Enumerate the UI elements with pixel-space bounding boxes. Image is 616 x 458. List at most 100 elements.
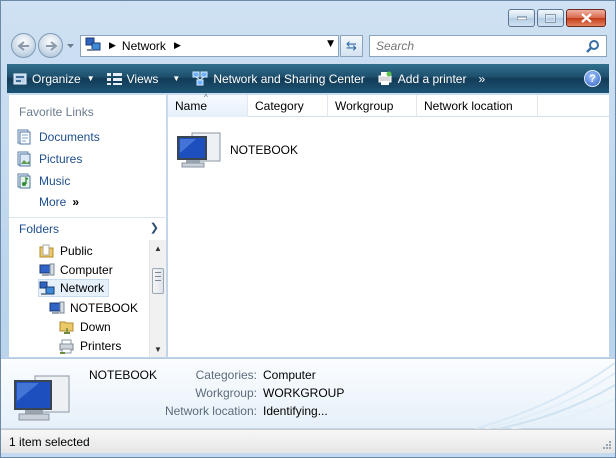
- more-label: More: [39, 195, 67, 209]
- details-location-value: Identifying...: [263, 404, 328, 418]
- help-icon: ?: [589, 72, 596, 85]
- minimize-button[interactable]: [508, 9, 535, 27]
- shared-folder-icon: [59, 319, 75, 335]
- organize-button[interactable]: Organize ▼: [7, 64, 101, 93]
- scroll-down-icon[interactable]: ▼: [150, 341, 166, 357]
- computer-icon: [39, 263, 55, 278]
- tree-item-label: Printers: [80, 339, 122, 353]
- column-header-category[interactable]: Category: [248, 95, 328, 117]
- caption-buttons: [508, 9, 606, 27]
- scroll-thumb[interactable]: [152, 268, 164, 294]
- toolbar-overflow-button[interactable]: »: [472, 64, 491, 93]
- column-header-workgroup[interactable]: Workgroup: [328, 95, 417, 117]
- add-printer-label: Add a printer: [397, 71, 467, 86]
- favorite-link-documents[interactable]: Documents: [15, 129, 100, 145]
- chevron-down-icon: [66, 43, 74, 48]
- help-button[interactable]: ?: [584, 70, 601, 87]
- column-header-name[interactable]: ^ Name: [168, 93, 248, 117]
- address-dropdown-icon[interactable]: ▼: [327, 39, 334, 49]
- column-header-network-location[interactable]: Network location: [417, 95, 538, 117]
- add-printer-button[interactable]: Add a printer: [371, 64, 473, 93]
- list-item[interactable]: NOTEBOOK: [176, 131, 298, 169]
- navigation-buttons: [11, 33, 75, 58]
- forward-button[interactable]: [38, 33, 63, 58]
- column-header-label: Name: [175, 99, 208, 113]
- favorite-links-heading: Favorite Links: [19, 105, 94, 119]
- breadcrumb-separator[interactable]: ▶: [174, 41, 181, 51]
- command-bar: Organize ▼ Views ▼ Network and Sharing C…: [7, 64, 609, 93]
- minimize-icon: [516, 16, 527, 20]
- chevron-down-icon[interactable]: ❯: [150, 221, 159, 234]
- tree-item-public[interactable]: Public: [39, 242, 93, 260]
- pictures-icon: [15, 151, 33, 167]
- folders-header[interactable]: Folders ❯: [9, 217, 167, 239]
- column-header-label: Workgroup: [335, 99, 394, 113]
- tree-item-label: Public: [60, 244, 93, 258]
- printer-icon: [59, 339, 75, 354]
- views-icon: [106, 72, 122, 85]
- favorite-links-more[interactable]: More »: [39, 195, 79, 209]
- breadcrumb-network[interactable]: Network: [122, 39, 166, 53]
- recent-pages-button[interactable]: [65, 41, 75, 51]
- network-sharing-center-button[interactable]: Network and Sharing Center: [186, 64, 370, 93]
- music-icon: [15, 173, 33, 189]
- maximize-button[interactable]: [537, 9, 564, 27]
- scroll-up-icon[interactable]: ▲: [150, 240, 166, 256]
- folder-tree: Public Computer Network NOTEBOOK Down Pr…: [9, 240, 149, 357]
- forward-arrow-icon: [45, 40, 57, 51]
- tree-item-label: Computer: [60, 263, 113, 277]
- folder-tree-scrollbar[interactable]: ▲ ▼: [149, 240, 166, 357]
- details-pane: NOTEBOOK Categories: Computer Workgroup:…: [1, 358, 615, 429]
- breadcrumb-separator[interactable]: ▶: [109, 41, 116, 51]
- organize-icon: [13, 72, 27, 86]
- chevron-down-icon: ▼: [172, 74, 181, 83]
- folder-icon: [39, 244, 55, 259]
- details-categories-label: Categories:: [195, 368, 257, 382]
- tree-item-down[interactable]: Down: [59, 318, 111, 336]
- computer-icon: [177, 132, 221, 168]
- organize-label: Organize: [32, 71, 81, 86]
- tree-item-label: Network: [60, 281, 105, 295]
- decorative-swoosh: [475, 362, 615, 429]
- overflow-chevrons-icon: »: [478, 71, 486, 86]
- search-icon[interactable]: [586, 39, 600, 53]
- navigation-pane: Favorite Links Documents Pictures Music …: [9, 95, 167, 357]
- search-input[interactable]: [370, 39, 580, 53]
- column-header-label: Category: [255, 99, 304, 113]
- address-bar[interactable]: ▶ Network ▶ ▼: [80, 35, 339, 57]
- search-box[interactable]: [369, 35, 607, 57]
- file-list-pane: ^ Name Category Workgroup Network locati…: [168, 93, 609, 357]
- close-button[interactable]: [566, 9, 606, 27]
- resize-grip-icon[interactable]: [602, 440, 612, 450]
- network-icon: [39, 281, 55, 296]
- column-headers: ^ Name Category Workgroup Network locati…: [168, 93, 609, 117]
- tree-item-notebook[interactable]: NOTEBOOK: [49, 299, 138, 317]
- favorite-link-music[interactable]: Music: [15, 173, 70, 189]
- folders-title: Folders: [19, 221, 60, 236]
- refresh-button[interactable]: ⇆: [340, 35, 363, 57]
- tree-item-printers[interactable]: Printers: [59, 337, 121, 355]
- details-categories-value: Computer: [263, 368, 316, 382]
- details-workgroup-value: WORKGROUP: [263, 386, 345, 400]
- computer-icon: [49, 301, 65, 316]
- tree-item-network[interactable]: Network: [38, 279, 110, 297]
- back-button[interactable]: [11, 33, 36, 58]
- details-workgroup-label: Workgroup:: [195, 386, 257, 400]
- close-icon: [580, 13, 592, 23]
- network-sharing-label: Network and Sharing Center: [213, 71, 365, 86]
- details-location-label: Network location:: [164, 404, 257, 418]
- documents-icon: [15, 129, 33, 145]
- tree-item-label: Down: [80, 320, 111, 334]
- views-button[interactable]: Views ▼: [101, 64, 187, 93]
- chevron-down-icon: ▼: [86, 74, 95, 83]
- explorer-window: ▶ Network ▶ ▼ ⇆ Organize ▼ Views ▼ Netwo…: [0, 0, 616, 458]
- file-name: NOTEBOOK: [230, 143, 299, 157]
- favorite-link-label: Documents: [39, 130, 100, 144]
- tree-item-computer[interactable]: Computer: [39, 261, 113, 279]
- favorite-link-pictures[interactable]: Pictures: [15, 151, 82, 167]
- more-chevrons-icon: »: [72, 195, 80, 209]
- maximize-icon: [545, 13, 556, 23]
- views-label: Views: [126, 71, 159, 86]
- back-arrow-icon: [17, 40, 29, 51]
- printer-icon: [377, 71, 393, 86]
